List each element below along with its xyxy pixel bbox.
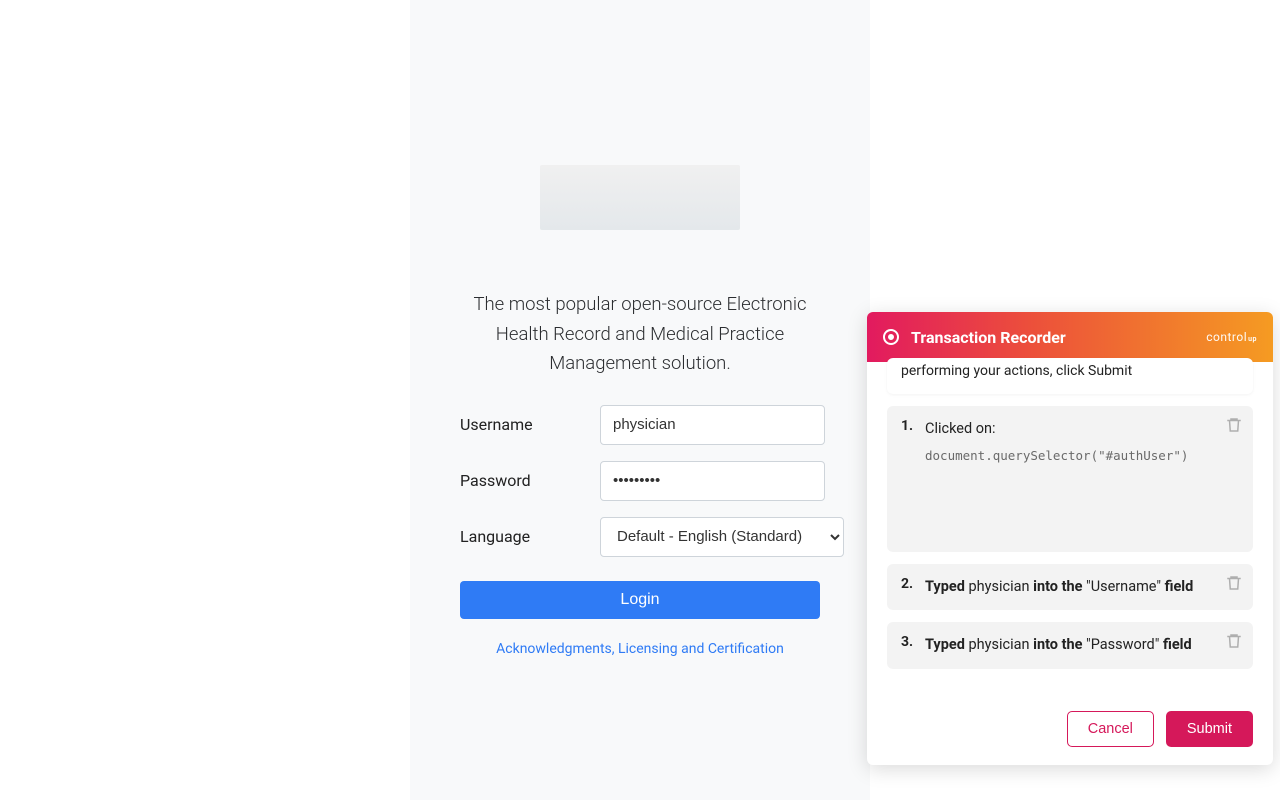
- brand-text: control: [1206, 330, 1247, 344]
- step-post: field: [1161, 578, 1193, 595]
- login-card: The most popular open-source Electronic …: [410, 0, 870, 800]
- step-number: 2.: [901, 576, 913, 592]
- step-value: physician: [968, 578, 1029, 595]
- step-content: Typed physician into the "Username" fiel…: [925, 576, 1239, 598]
- step-mid: into the: [1030, 636, 1087, 653]
- step-field: "Username": [1086, 578, 1161, 595]
- brand-sup: up: [1248, 335, 1257, 343]
- step-pre: Typed: [925, 578, 968, 595]
- step-number: 3.: [901, 634, 913, 650]
- language-select[interactable]: Default - English (Standard): [600, 517, 844, 557]
- step-pre: Typed: [925, 636, 968, 653]
- language-label: Language: [460, 527, 600, 546]
- trash-icon: [1225, 632, 1243, 650]
- recorder-header: Transaction Recorder controlup: [867, 312, 1273, 362]
- record-icon: [883, 329, 899, 345]
- recorder-step: 3. Typed physician into the "Password" f…: [887, 622, 1253, 668]
- recorder-title: Transaction Recorder: [911, 328, 1066, 347]
- step-code: document.querySelector("#authUser"): [925, 446, 1239, 465]
- logo-placeholder: [540, 165, 740, 230]
- password-row: Password: [460, 461, 820, 501]
- step-content: Clicked on: document.querySelector("#aut…: [925, 418, 1239, 466]
- recorder-info-text: performing your actions, click Submit: [901, 363, 1132, 379]
- step-post: field: [1159, 636, 1191, 653]
- recorder-body: performing your actions, click Submit 1.…: [867, 362, 1273, 699]
- password-input[interactable]: [600, 461, 825, 501]
- step-number: 1.: [901, 418, 913, 434]
- recorder-step: 2. Typed physician into the "Username" f…: [887, 564, 1253, 610]
- language-row: Language Default - English (Standard): [460, 517, 820, 557]
- delete-step-button[interactable]: [1225, 416, 1243, 434]
- tagline: The most popular open-source Electronic …: [460, 290, 820, 379]
- username-input[interactable]: [600, 405, 825, 445]
- recorder-step: 1. Clicked on: document.querySelector("#…: [887, 406, 1253, 552]
- recorder-brand-logo: controlup: [1206, 330, 1257, 344]
- trash-icon: [1225, 574, 1243, 592]
- username-label: Username: [460, 415, 600, 434]
- password-label: Password: [460, 471, 600, 490]
- trash-icon: [1225, 416, 1243, 434]
- username-row: Username: [460, 405, 820, 445]
- recorder-footer: Cancel Submit: [867, 699, 1273, 765]
- recorder-info-chip: performing your actions, click Submit: [887, 358, 1253, 394]
- submit-button[interactable]: Submit: [1166, 711, 1253, 747]
- step-mid: into the: [1030, 578, 1087, 595]
- step-action-label: Clicked on:: [925, 420, 996, 437]
- step-field: "Password": [1086, 636, 1159, 653]
- login-button[interactable]: Login: [460, 581, 820, 619]
- cancel-button[interactable]: Cancel: [1067, 711, 1154, 747]
- delete-step-button[interactable]: [1225, 632, 1243, 650]
- acknowledgments-link[interactable]: Acknowledgments, Licensing and Certifica…: [460, 641, 820, 657]
- transaction-recorder-panel: Transaction Recorder controlup performin…: [867, 312, 1273, 765]
- step-value: physician: [968, 636, 1029, 653]
- step-content: Typed physician into the "Password" fiel…: [925, 634, 1239, 656]
- delete-step-button[interactable]: [1225, 574, 1243, 592]
